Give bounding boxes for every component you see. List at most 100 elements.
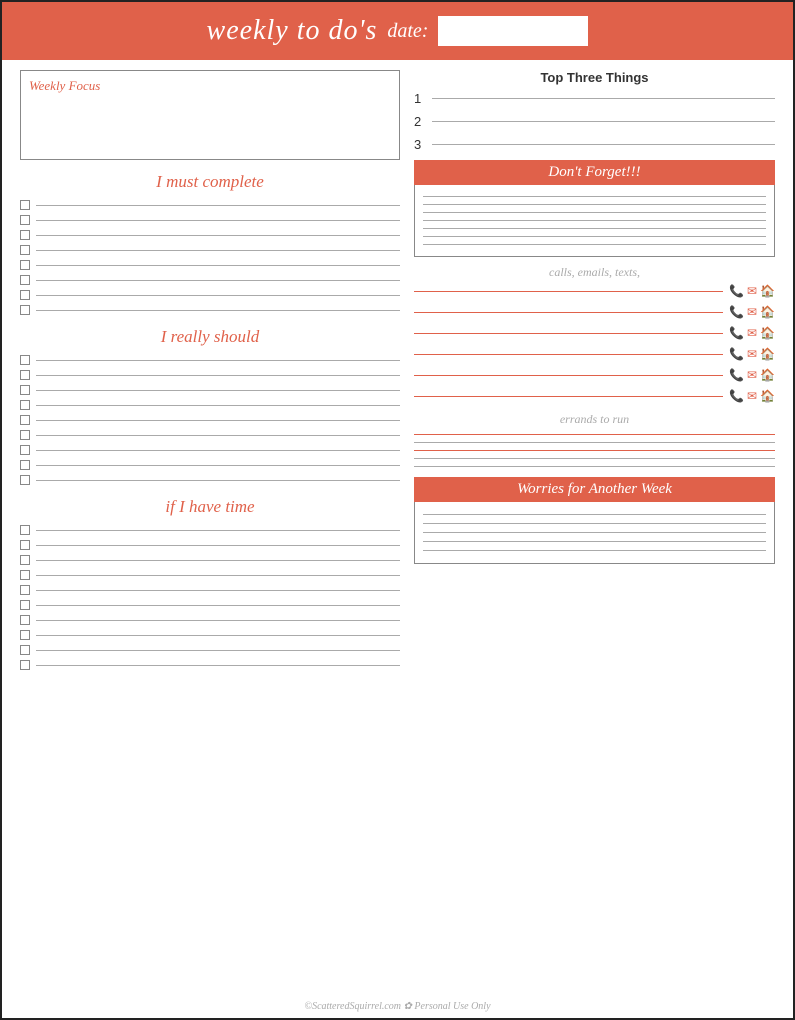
list-item	[20, 260, 400, 270]
home-icon: 🏠	[760, 326, 775, 341]
checkbox[interactable]	[20, 370, 30, 380]
email-icon: ✉	[747, 326, 757, 341]
list-item	[20, 415, 400, 425]
list-item	[20, 555, 400, 565]
checkbox[interactable]	[20, 525, 30, 535]
page: weekly to do's date: Weekly Focus I must…	[0, 0, 795, 1020]
list-item	[20, 630, 400, 640]
checkbox[interactable]	[20, 630, 30, 640]
checkbox[interactable]	[20, 230, 30, 240]
if-have-time-header: if I have time	[20, 497, 400, 517]
dont-forget-box	[414, 185, 775, 257]
calls-row: 📞 ✉ 🏠	[414, 347, 775, 362]
worries-line	[423, 550, 766, 551]
line	[36, 530, 400, 531]
phone-icon: 📞	[729, 305, 744, 320]
line	[36, 250, 400, 251]
list-item	[20, 385, 400, 395]
line	[36, 235, 400, 236]
checkbox[interactable]	[20, 570, 30, 580]
checkbox[interactable]	[20, 645, 30, 655]
contact-icons: 📞 ✉ 🏠	[729, 284, 775, 299]
checkbox[interactable]	[20, 555, 30, 565]
list-item	[20, 275, 400, 285]
list-item	[20, 215, 400, 225]
errand-line	[414, 442, 775, 443]
really-should-list	[20, 355, 400, 485]
contact-icons: 📞 ✉ 🏠	[729, 347, 775, 362]
line	[36, 665, 400, 666]
number-2: 2	[414, 114, 428, 129]
checkbox[interactable]	[20, 430, 30, 440]
list-item	[20, 230, 400, 240]
df-line	[423, 204, 766, 205]
line	[36, 575, 400, 576]
list-item	[20, 400, 400, 410]
errand-line	[414, 466, 775, 467]
checkbox[interactable]	[20, 245, 30, 255]
list-item	[20, 645, 400, 655]
checkbox[interactable]	[20, 615, 30, 625]
worries-line	[423, 523, 766, 524]
footer: ©ScatteredSquirrel.com ✿ Personal Use On…	[2, 1001, 793, 1012]
contact-icons: 📞 ✉ 🏠	[729, 305, 775, 320]
phone-icon: 📞	[729, 389, 744, 404]
home-icon: 🏠	[760, 389, 775, 404]
list-item	[20, 445, 400, 455]
list-item	[20, 660, 400, 670]
checkbox[interactable]	[20, 290, 30, 300]
email-icon: ✉	[747, 305, 757, 320]
worries-box	[414, 502, 775, 564]
checkbox[interactable]	[20, 585, 30, 595]
list-item	[20, 475, 400, 485]
checkbox[interactable]	[20, 260, 30, 270]
list-item	[20, 600, 400, 610]
line	[432, 98, 775, 99]
list-item	[20, 245, 400, 255]
df-line	[423, 244, 766, 245]
checkbox[interactable]	[20, 215, 30, 225]
checkbox[interactable]	[20, 445, 30, 455]
line	[36, 265, 400, 266]
line	[36, 360, 400, 361]
worries-line	[423, 541, 766, 542]
checkbox[interactable]	[20, 385, 30, 395]
list-item	[20, 430, 400, 440]
line	[36, 480, 400, 481]
checkbox[interactable]	[20, 460, 30, 470]
phone-icon: 📞	[729, 347, 744, 362]
checkbox[interactable]	[20, 355, 30, 365]
email-icon: ✉	[747, 347, 757, 362]
checkbox[interactable]	[20, 660, 30, 670]
home-icon: 🏠	[760, 284, 775, 299]
calls-row: 📞 ✉ 🏠	[414, 305, 775, 320]
checkbox[interactable]	[20, 275, 30, 285]
line	[36, 590, 400, 591]
checkbox[interactable]	[20, 475, 30, 485]
date-input[interactable]	[438, 16, 588, 46]
checkbox[interactable]	[20, 400, 30, 410]
list-item	[20, 540, 400, 550]
checkbox[interactable]	[20, 200, 30, 210]
line	[36, 375, 400, 376]
line	[36, 545, 400, 546]
contact-icons: 📞 ✉ 🏠	[729, 326, 775, 341]
checkbox[interactable]	[20, 540, 30, 550]
list-item	[20, 200, 400, 210]
checkbox[interactable]	[20, 415, 30, 425]
checkbox[interactable]	[20, 305, 30, 315]
phone-icon: 📞	[729, 368, 744, 383]
list-item	[20, 290, 400, 300]
checkbox[interactable]	[20, 600, 30, 610]
line	[36, 205, 400, 206]
list-item	[20, 460, 400, 470]
date-label: date:	[387, 20, 428, 43]
calls-line	[414, 354, 723, 355]
calls-line	[414, 312, 723, 313]
dont-forget-header: Don't Forget!!!	[414, 160, 775, 185]
really-should-header: I really should	[20, 327, 400, 347]
page-title: weekly to do's	[207, 15, 378, 47]
calls-row: 📞 ✉ 🏠	[414, 326, 775, 341]
numbered-item: 3	[414, 137, 775, 152]
contact-icons: 📞 ✉ 🏠	[729, 389, 775, 404]
